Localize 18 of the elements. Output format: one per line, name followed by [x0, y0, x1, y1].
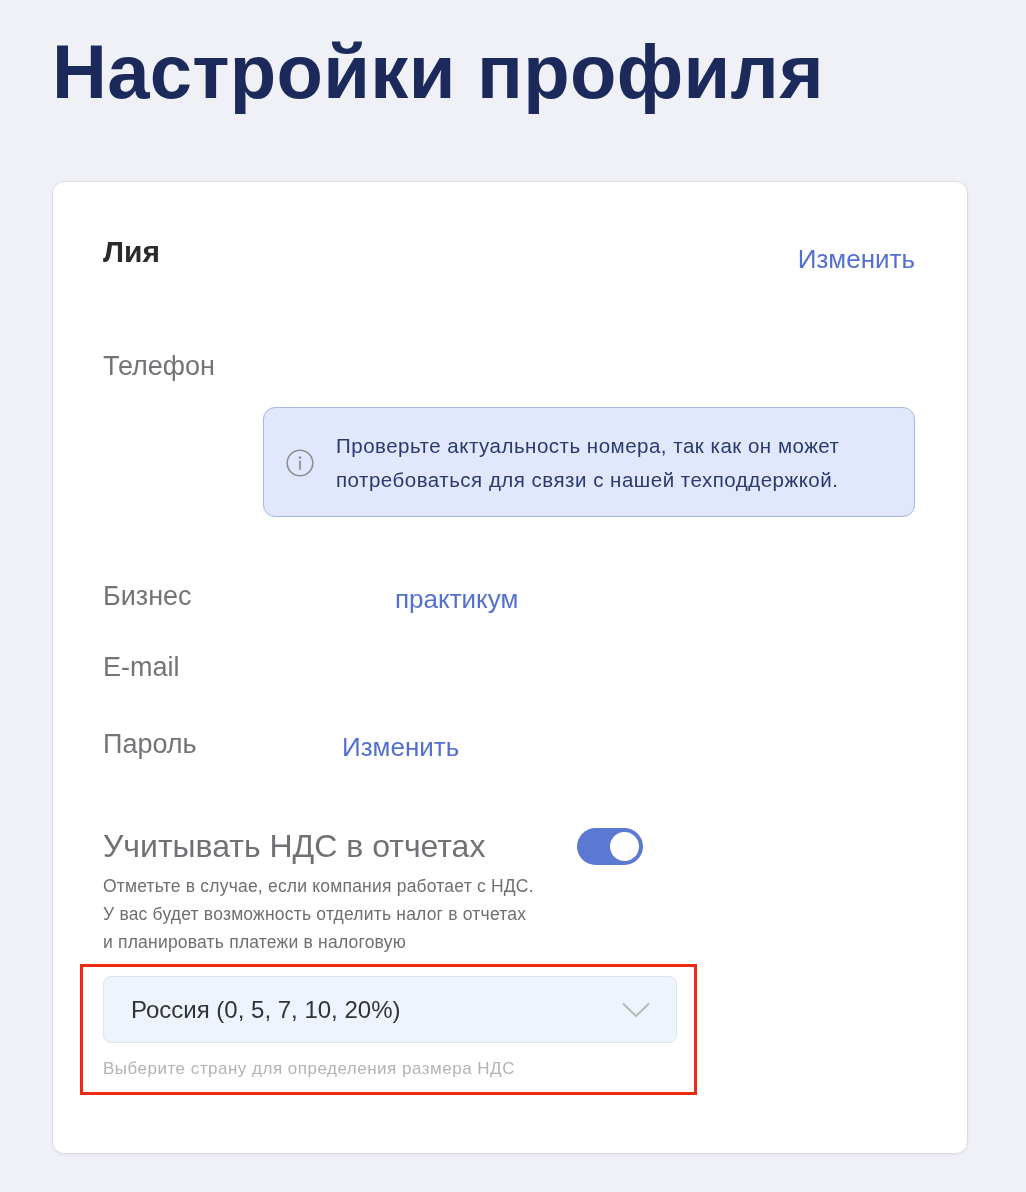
vat-description: Отметьте в случае, если компания работает с НДС. У вас будет возможность отделить налог в отчетах и планировать платежи в налоговую	[103, 875, 535, 954]
vat-label: Учитывать НДС в отчетах	[103, 827, 486, 866]
field-value-link[interactable]: практикум	[395, 581, 519, 617]
country-select[interactable]: Россия (0, 5, 7, 10, 20%)	[103, 976, 677, 1043]
phone-label: Телефон	[103, 350, 215, 383]
edit-link[interactable]: Изменить	[797, 241, 915, 277]
field-label: Бизнес	[103, 580, 192, 613]
field-value-link[interactable]: Изменить	[342, 729, 460, 765]
profile-name: Лия	[103, 234, 160, 270]
field-label: E-mail	[103, 651, 180, 684]
field-label: Пароль	[103, 728, 197, 761]
vat-toggle[interactable]	[577, 827, 644, 865]
notice-text: Проверьте актуальность номера, так как он может потребоваться для связи с нашей техподдержкой.	[336, 433, 841, 493]
select-value: Россия (0, 5, 7, 10, 20%)	[131, 995, 401, 1024]
page-title: Настройки профиля	[52, 28, 824, 116]
info-icon	[286, 449, 314, 477]
select-hint: Выберите страну для определения размера НДС	[103, 1058, 515, 1080]
chevron-down-icon	[622, 1001, 650, 1018]
